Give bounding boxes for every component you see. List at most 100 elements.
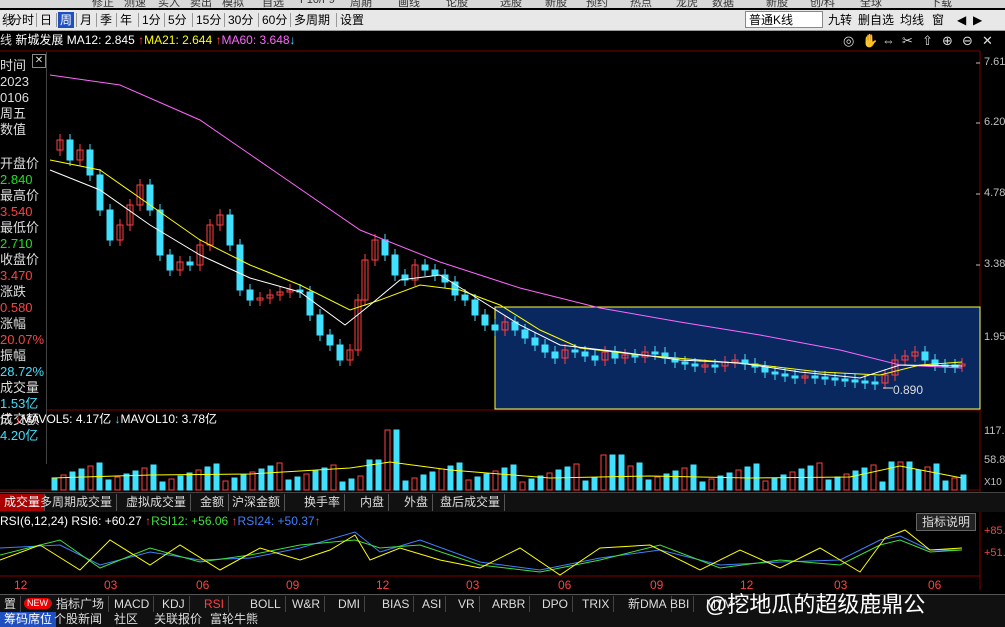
volume-bar	[285, 479, 292, 491]
open-label: 开盘价	[0, 156, 40, 171]
volume-bar	[159, 481, 166, 491]
indicator-tab[interactable]: MACD	[110, 596, 155, 612]
volume-bar	[690, 464, 697, 491]
indicator-tab[interactable]: BOLL	[246, 596, 286, 612]
volume-bar	[726, 472, 733, 491]
volume-bar	[798, 468, 805, 491]
mavol10-value: MAVOL10: 3.78亿	[120, 412, 218, 426]
candle-body	[811, 375, 819, 379]
open-value: 2.840	[0, 172, 33, 187]
indicator-tab[interactable]: DMI	[334, 596, 365, 612]
volume-bar	[762, 480, 769, 491]
volume-bar	[177, 475, 184, 491]
indicator-help-button[interactable]: 指标说明	[916, 513, 976, 531]
volume-bar	[942, 480, 949, 491]
subtab-4[interactable]: 沪深金额	[228, 494, 286, 511]
bottom-tab[interactable]: 关联报价	[150, 612, 206, 627]
volume-bar	[456, 462, 463, 491]
volume-bar	[672, 470, 679, 491]
bottom-tab[interactable]: 社区	[110, 612, 142, 627]
candle-body	[316, 314, 324, 336]
candle-body	[821, 376, 829, 380]
price-axis-label: 1.95	[984, 331, 1005, 343]
candle-body	[631, 354, 639, 358]
subtab-7[interactable]: 外盘	[400, 494, 434, 511]
indicator-tab[interactable]: BBI	[666, 596, 695, 612]
indicator-tab[interactable]: TRIX	[578, 596, 615, 612]
indicator-tab[interactable]: KDJ	[158, 596, 190, 612]
candle-body	[921, 351, 929, 361]
volume-bar	[879, 481, 886, 491]
volume-bar	[465, 479, 472, 491]
volume-bar	[429, 471, 436, 491]
volume-bar	[564, 466, 571, 491]
volume-bar	[78, 468, 85, 491]
subtab-8[interactable]: 盘后成交量	[436, 494, 506, 511]
volume-bar	[789, 471, 796, 491]
amp-label: 振幅	[0, 348, 27, 363]
candle-body	[851, 379, 859, 383]
bottom-tab[interactable]: 富轮牛熊	[206, 612, 262, 627]
candle-body	[591, 355, 599, 361]
x-axis-label: 12	[14, 578, 28, 592]
kline-chart[interactable]	[0, 0, 1005, 627]
candle-body	[246, 289, 254, 301]
candle-body	[771, 371, 779, 375]
x-axis-label: 03	[104, 578, 118, 592]
indicator-tab[interactable]: 置	[0, 596, 22, 612]
indicator-tab[interactable]: BIAS	[378, 596, 415, 612]
indicator-tab[interactable]: DPO	[538, 596, 574, 612]
candle-body	[611, 351, 619, 359]
indicator-tab[interactable]: ASI	[418, 596, 447, 612]
subtab-1[interactable]: 多周期成交量	[36, 494, 118, 511]
candle-body	[551, 351, 559, 359]
indicator-tab[interactable]: RSI	[200, 596, 230, 612]
volume-bar	[294, 476, 301, 491]
vol-value: 1.53亿	[0, 396, 39, 411]
volume-bar	[150, 464, 157, 491]
subtab-5[interactable]: 换手率	[300, 494, 346, 511]
volume-bar	[393, 429, 400, 491]
candle-body	[571, 349, 579, 353]
volume-bar	[348, 478, 355, 491]
indicator-tab[interactable]: NEW	[24, 598, 52, 609]
volume-bar	[654, 476, 661, 491]
volume-bar	[735, 469, 742, 491]
vol-axis-label: 58.8	[984, 454, 1005, 466]
volume-bar	[321, 467, 328, 491]
volume-bar	[195, 469, 202, 491]
volume-bar	[384, 429, 391, 491]
indicator-tab[interactable]: VR	[454, 596, 480, 612]
volume-bar	[555, 469, 562, 491]
volume-bar	[699, 481, 706, 491]
volume-bar	[105, 479, 112, 491]
subtab-2[interactable]: 虚拟成交量	[122, 494, 192, 511]
candle-body	[581, 351, 589, 357]
volume-bar	[951, 477, 958, 491]
indicator-tab[interactable]: W&R	[288, 596, 325, 612]
indicator-tab[interactable]: 新DMA	[624, 596, 672, 612]
bottom-tab[interactable]: 个股新闻	[50, 612, 106, 627]
subtab-3[interactable]: 金额	[196, 494, 230, 511]
candle-body	[106, 209, 114, 241]
x-axis-label: 06	[196, 578, 210, 592]
candle-body	[691, 363, 699, 367]
volume-bar	[582, 480, 589, 491]
subtab-6[interactable]: 内盘	[356, 494, 390, 511]
bottom-tab[interactable]: 筹码席位	[0, 612, 57, 627]
volume-bar	[906, 461, 913, 491]
volume-bar	[357, 475, 364, 491]
indicator-tab[interactable]: 指标广场	[52, 596, 110, 612]
vol-label: 成交量	[0, 380, 40, 395]
volume-bar	[528, 478, 535, 491]
x-axis-label: 06	[558, 578, 572, 592]
volume-bar	[51, 477, 58, 491]
candle-body	[541, 344, 549, 353]
candle-body	[66, 139, 74, 161]
candle-body	[226, 214, 234, 246]
indicator-tab[interactable]: ARBR	[488, 596, 531, 612]
volume-bar	[681, 467, 688, 491]
candle-body	[521, 329, 529, 339]
candle-body	[391, 254, 399, 276]
volume-bar	[519, 481, 526, 491]
